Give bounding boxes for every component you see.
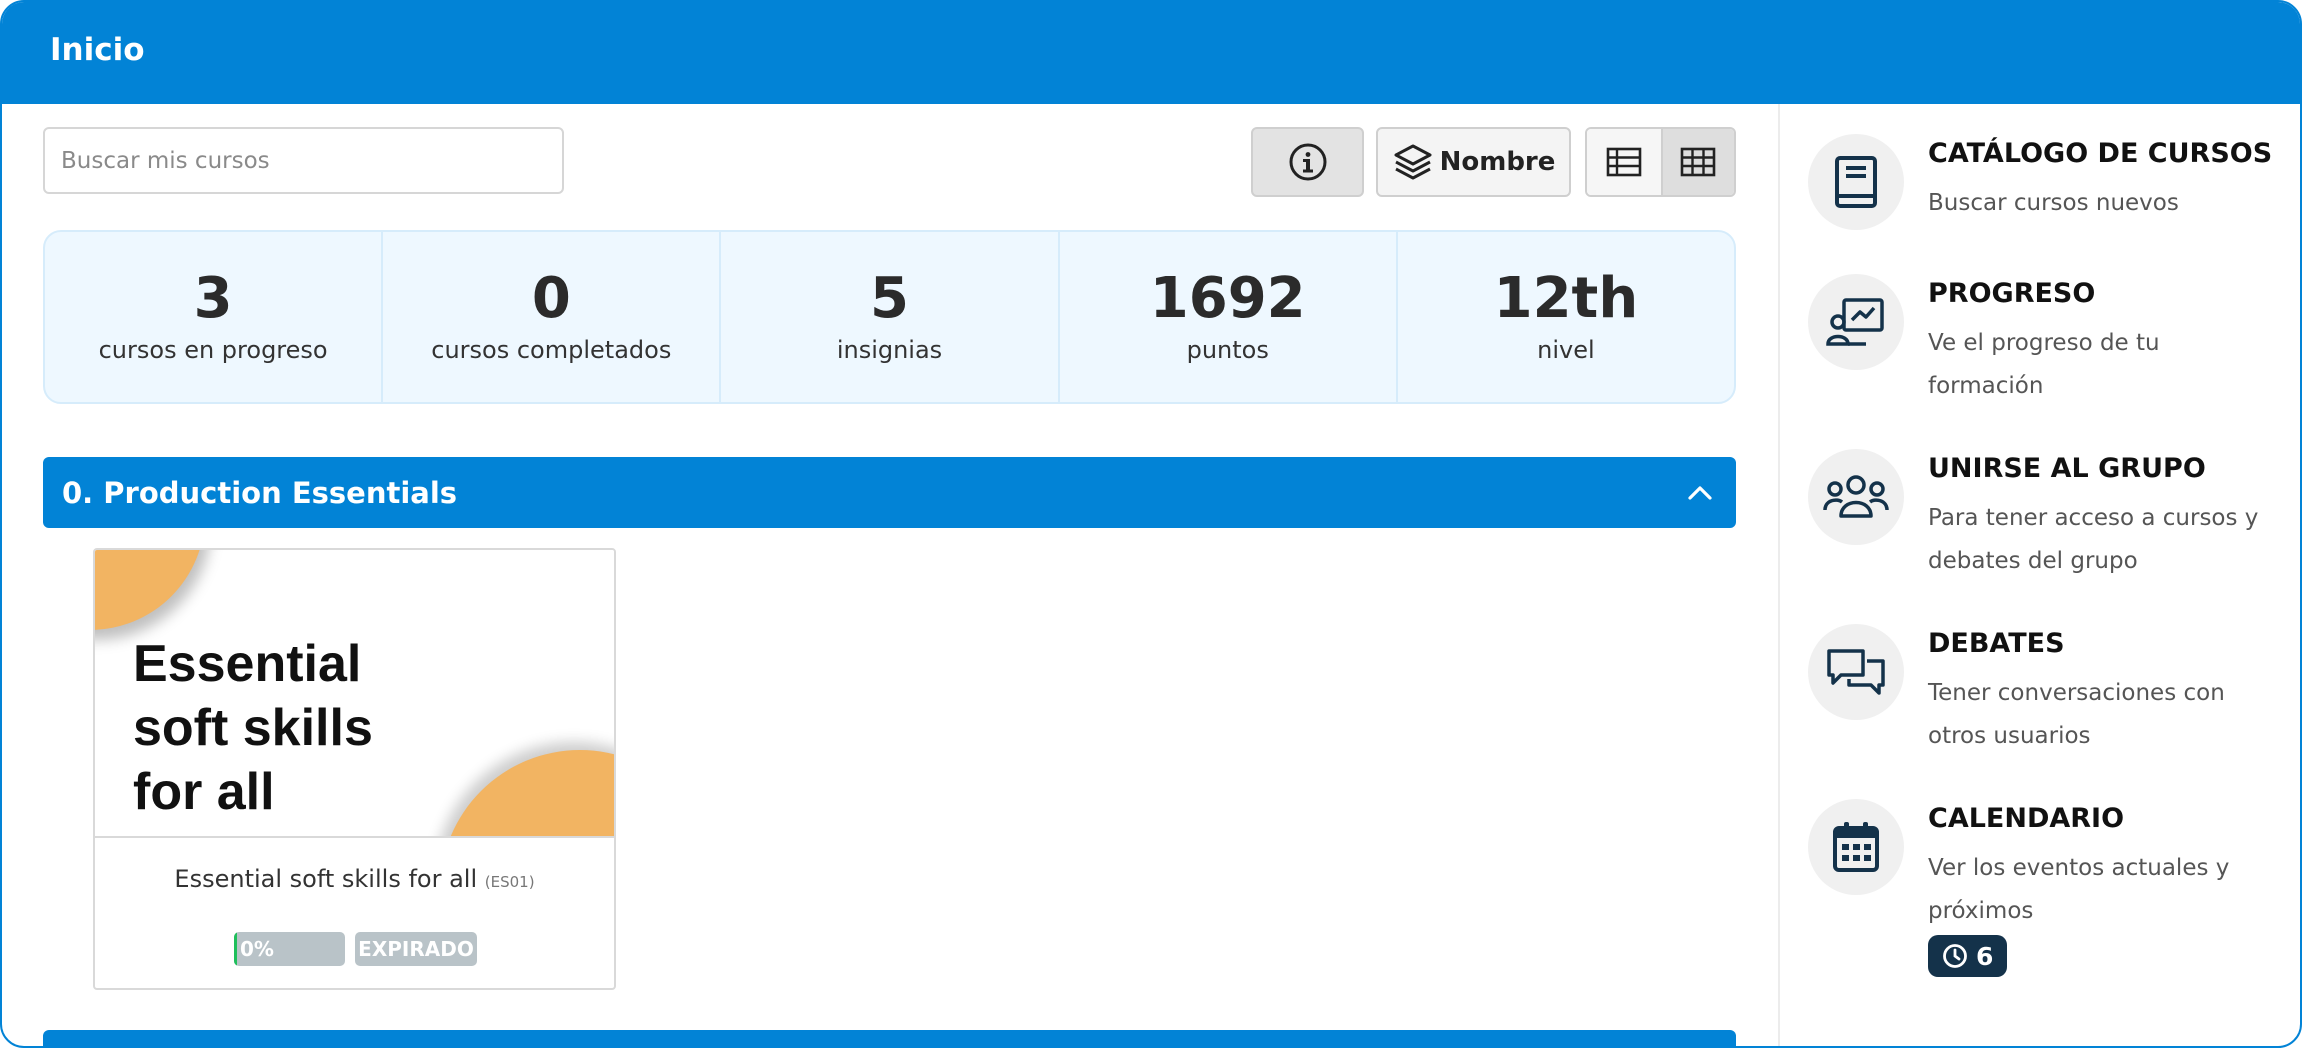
category-header-next[interactable] [43, 1030, 1736, 1046]
progress-chart-icon [1826, 298, 1884, 346]
course-thumbnail: Essential soft skills for all [95, 550, 614, 838]
stat-label: nivel [1537, 336, 1595, 365]
sidebar-item-desc: Ver los eventos actuales y próximos [1928, 855, 2230, 924]
sidebar-item-calendar[interactable]: CALENDARIO Ver los eventos actuales y pr… [1808, 799, 2288, 989]
sidebar-item-title: DEBATES [1928, 628, 2065, 659]
list-view-icon [1606, 147, 1642, 177]
stat-label: puntos [1186, 336, 1269, 365]
icon-circle [1808, 799, 1904, 895]
status-badge: EXPIRADO [355, 932, 477, 966]
stat-in-progress: 3 cursos en progreso [45, 232, 384, 402]
info-button[interactable] [1251, 127, 1364, 197]
sidebar-item-progress[interactable]: PROGRESO Ve el progreso de tu formación [1808, 274, 2288, 404]
stat-value: 5 [870, 265, 909, 331]
calendar-events-count: 6 [1976, 941, 1994, 971]
stat-value: 1692 [1149, 265, 1306, 331]
sidebar-item-desc: Buscar cursos nuevos [1928, 190, 2179, 216]
page-header: Inicio [2, 2, 2300, 104]
sidebar-item-desc: Tener conversaciones con otros usuarios [1928, 680, 2225, 749]
stat-value: 3 [193, 265, 233, 331]
course-name: Essential soft skills for all [174, 865, 478, 893]
sort-button[interactable]: Nombre [1376, 127, 1571, 197]
search-input[interactable] [43, 127, 564, 194]
sidebar-item-join-group[interactable]: UNIRSE AL GRUPO Para tener acceso a curs… [1808, 449, 2288, 579]
list-view-button[interactable] [1587, 129, 1661, 195]
stat-badges: 5 insignias [721, 232, 1060, 402]
icon-circle [1808, 274, 1904, 370]
course-code: (ES01) [484, 873, 535, 891]
thumbnail-decoration [440, 750, 614, 836]
clock-icon [1943, 944, 1967, 968]
sidebar: CATÁLOGO DE CURSOS Buscar cursos nuevos … [1778, 104, 2300, 1046]
sidebar-item-title: PROGRESO [1928, 278, 2096, 309]
app-window: Inicio Nombre [0, 0, 2302, 1048]
thumbnail-text: Essential soft skills for all [133, 635, 373, 821]
stat-points: 1692 puntos [1060, 232, 1398, 402]
icon-circle [1808, 134, 1904, 230]
stat-label: insignias [836, 336, 943, 365]
stat-level: 12th nivel [1398, 232, 1734, 402]
stat-completed: 0 cursos completados [383, 232, 722, 402]
book-icon [1835, 156, 1877, 208]
stat-value: 12th [1493, 265, 1639, 331]
category-header[interactable]: 0. Production Essentials [43, 457, 1736, 528]
icon-circle [1808, 449, 1904, 545]
sidebar-item-debates[interactable]: DEBATES Tener conversaciones con otros u… [1808, 624, 2288, 754]
icon-circle [1808, 624, 1904, 720]
thumbnail-decoration [95, 550, 205, 630]
view-toggle [1585, 127, 1736, 197]
group-icon [1823, 475, 1889, 518]
grid-view-button[interactable] [1660, 129, 1734, 195]
stat-value: 0 [531, 265, 571, 331]
info-circle-icon [1289, 143, 1326, 181]
layers-icon [1394, 144, 1432, 180]
progress-label: 0% [240, 937, 274, 961]
sort-label: Nombre [1439, 147, 1556, 177]
stat-label: cursos completados [431, 336, 672, 365]
stats-panel: 3 cursos en progreso 0 cursos completado… [43, 230, 1736, 404]
sidebar-item-desc: Ve el progreso de tu formación [1928, 330, 2160, 399]
chat-bubbles-icon [1827, 649, 1885, 695]
course-name-row: Essential soft skills for all (ES01) [95, 865, 614, 893]
calendar-events-badge[interactable]: 6 [1928, 935, 2008, 977]
calendar-icon [1833, 822, 1879, 872]
progress-fill [234, 932, 238, 966]
page-title: Inicio [50, 32, 145, 68]
sidebar-item-title: CATÁLOGO DE CURSOS [1928, 138, 2273, 169]
sidebar-item-desc: Para tener acceso a cursos y debates del… [1928, 505, 2259, 574]
progress-bar: 0% [234, 932, 345, 966]
sidebar-item-catalog[interactable]: CATÁLOGO DE CURSOS Buscar cursos nuevos [1808, 134, 2288, 234]
sidebar-item-title: UNIRSE AL GRUPO [1928, 453, 2206, 484]
sidebar-item-title: CALENDARIO [1928, 803, 2125, 834]
chevron-up-icon [1688, 486, 1712, 500]
stat-label: cursos en progreso [98, 336, 328, 365]
category-title: 0. Production Essentials [62, 476, 458, 510]
course-card[interactable]: Essential soft skills for all Essential … [93, 548, 616, 990]
grid-view-icon [1680, 147, 1716, 177]
